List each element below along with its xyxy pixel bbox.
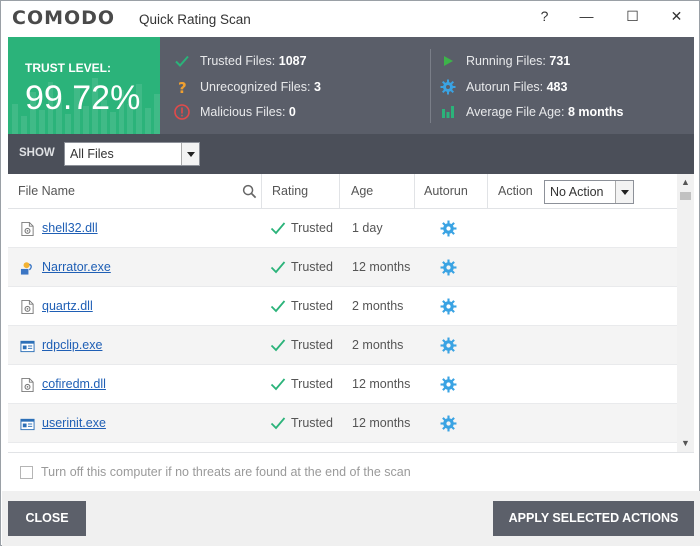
age-value: 2 months [352, 299, 404, 313]
gear-icon [440, 298, 457, 315]
checkmark-icon [270, 378, 286, 391]
table-row[interactable]: rdpclip.exe Trusted 2 months [8, 326, 677, 365]
column-header-autorun[interactable]: Autorun [424, 174, 468, 209]
exe-window-icon [20, 340, 35, 353]
dll-file-icon [21, 299, 34, 315]
file-name-link[interactable]: shell32.dll [42, 209, 98, 248]
maximize-button[interactable]: ☐ [610, 1, 655, 31]
close-button[interactable]: CLOSE [8, 501, 86, 536]
unrecognized-files-count: 3 [313, 80, 321, 94]
apply-selected-actions-button[interactable]: APPLY SELECTED ACTIONS [493, 501, 694, 536]
help-button[interactable]: ? [522, 1, 567, 31]
question-icon: ? [178, 79, 187, 95]
table-row[interactable]: Narrator.exe Trusted 12 months [8, 248, 677, 287]
table-row[interactable]: userinit.exe Trusted 12 months [8, 404, 677, 443]
scroll-up-arrow-icon[interactable]: ▲ [677, 174, 694, 191]
minimize-button[interactable]: — [564, 1, 609, 31]
checkmark-icon [175, 55, 189, 67]
chevron-down-icon[interactable] [615, 181, 633, 203]
gear-icon [440, 376, 457, 393]
gear-icon [440, 220, 457, 237]
gear-icon [440, 415, 457, 432]
gear-icon [440, 79, 456, 95]
age-value: 12 months [352, 260, 411, 274]
column-header-action: Action [498, 184, 533, 198]
rating-value: Trusted [291, 416, 333, 430]
table-row[interactable]: quartz.dll Trusted 2 months [8, 287, 677, 326]
gear-icon [440, 259, 457, 276]
show-filter-value: All Files [70, 147, 114, 161]
file-name-link[interactable]: quartz.dll [42, 287, 93, 326]
checkmark-icon [270, 417, 286, 430]
shutdown-checkbox[interactable] [20, 466, 33, 479]
shutdown-option: Turn off this computer if no threats are… [8, 452, 694, 490]
comodo-logo: COMODO [12, 7, 116, 29]
play-icon [444, 56, 453, 66]
table-scrollbar[interactable]: ▲ ▼ [677, 174, 694, 452]
age-value: 12 months [352, 416, 411, 430]
shutdown-checkbox-label[interactable]: Turn off this computer if no threats are… [41, 465, 411, 479]
gear-icon [440, 337, 457, 354]
table-header: File Name Rating Age Autorun Action No A… [8, 174, 677, 209]
scan-summary-panel: TRUST LEVEL: 99.72% Trusted Files: 1087 … [8, 37, 694, 134]
scroll-down-arrow-icon[interactable]: ▼ [677, 435, 694, 452]
column-header-age[interactable]: Age [351, 174, 373, 209]
bar-chart-icon [442, 106, 454, 118]
chevron-down-icon[interactable] [181, 143, 199, 165]
close-window-button[interactable]: ✕ [654, 1, 699, 31]
table-row[interactable]: shell32.dll Trusted 1 day [8, 209, 677, 248]
checkmark-icon [270, 300, 286, 313]
rating-value: Trusted [291, 338, 333, 352]
show-label: SHOW [19, 147, 55, 159]
rating-value: Trusted [291, 377, 333, 391]
trust-level-label: TRUST LEVEL: [25, 61, 111, 75]
alert-circle-icon [174, 104, 190, 120]
scrollbar-thumb[interactable] [680, 192, 691, 200]
column-divider [339, 174, 340, 209]
column-divider [487, 174, 488, 209]
age-value: 2 months [352, 338, 404, 352]
files-table: File Name Rating Age Autorun Action No A… [8, 174, 694, 452]
checkmark-icon [270, 222, 286, 235]
dll-file-icon [21, 377, 34, 393]
file-name-link[interactable]: Narrator.exe [42, 248, 111, 287]
file-name-link[interactable]: cofiredm.dll [42, 365, 106, 404]
rating-value: Trusted [291, 221, 333, 235]
dll-file-icon [21, 221, 34, 237]
file-name-link[interactable]: userinit.exe [42, 404, 106, 443]
autorun-files-count: 483 [546, 80, 568, 94]
trust-level-tile: TRUST LEVEL: 99.72% [8, 37, 160, 134]
malicious-files-count: 0 [288, 105, 296, 119]
rating-value: Trusted [291, 260, 333, 274]
age-value: 1 day [352, 221, 383, 235]
column-divider [261, 174, 262, 209]
action-dropdown[interactable]: No Action [544, 180, 634, 204]
exe-window-icon [20, 418, 35, 431]
window-title: Quick Rating Scan [139, 12, 251, 27]
age-value: 12 months [352, 377, 411, 391]
svg-text:?: ? [178, 79, 187, 95]
quick-rating-scan-window: COMODO Quick Rating Scan ? — ☐ ✕ TRUST L… [0, 0, 700, 546]
table-row[interactable]: cofiredm.dll Trusted 12 months [8, 365, 677, 404]
stats-divider [430, 49, 431, 123]
average-file-age-value: 8 months [567, 105, 624, 119]
rating-value: Trusted [291, 299, 333, 313]
file-name-link[interactable]: rdpclip.exe [42, 326, 102, 365]
footer: CLOSE APPLY SELECTED ACTIONS [2, 491, 700, 546]
narrator-app-icon [20, 262, 32, 275]
filter-bar: SHOW All Files [8, 134, 694, 174]
checkmark-icon [270, 261, 286, 274]
trust-level-value: 99.72% [25, 79, 141, 117]
column-header-rating[interactable]: Rating [272, 174, 308, 209]
action-dropdown-value: No Action [550, 185, 604, 199]
show-filter-dropdown[interactable]: All Files [64, 142, 200, 166]
column-divider [414, 174, 415, 209]
checkmark-icon [270, 339, 286, 352]
running-files-count: 731 [549, 54, 571, 68]
title-bar: COMODO Quick Rating Scan ? — ☐ ✕ [1, 1, 699, 35]
column-header-file-name[interactable]: File Name [18, 174, 75, 209]
search-icon[interactable] [242, 184, 257, 199]
trusted-files-count: 1087 [278, 54, 307, 68]
